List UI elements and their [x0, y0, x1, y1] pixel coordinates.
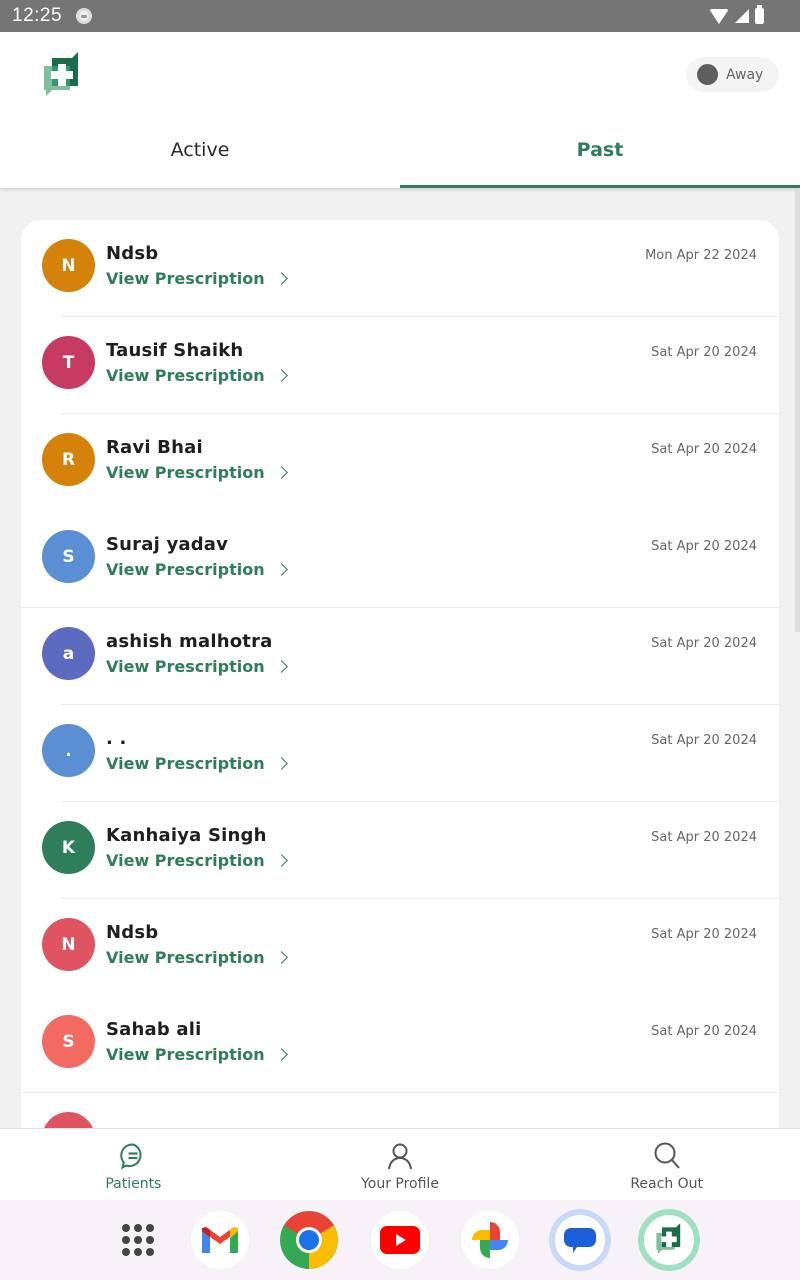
patient-row[interactable]: N Ndsb View Prescription Mon Apr 22 2024	[21, 220, 779, 317]
view-prescription-link[interactable]: View Prescription	[106, 269, 288, 288]
view-prescription-label: View Prescription	[106, 366, 265, 385]
nav-reach-out[interactable]: Reach Out	[533, 1129, 800, 1200]
view-prescription-link[interactable]: View Prescription	[106, 754, 288, 773]
patient-name: Kanhaiya Singh	[106, 825, 267, 846]
view-prescription-link[interactable]: View Prescription	[106, 948, 288, 967]
patient-name: Tausif Shaikh	[106, 340, 244, 361]
bottom-nav: Patients Your Profile Reach Out	[0, 1128, 800, 1200]
nav-label: Reach Out	[630, 1176, 704, 1192]
patient-name: Ndsb	[106, 243, 159, 264]
view-prescription-link[interactable]: View Prescription	[106, 851, 288, 870]
scrollbar[interactable]	[795, 188, 800, 632]
patient-avatar: a	[42, 627, 95, 680]
chat-icon	[120, 1143, 142, 1170]
app-header: Away Active Past	[0, 32, 800, 188]
launcher-dock	[0, 1200, 800, 1280]
nav-patients[interactable]: Patients	[0, 1129, 267, 1200]
patient-row[interactable]: a ashish malhotra View Prescription Sat Apr…	[21, 608, 779, 705]
tab-past[interactable]: Past	[400, 120, 800, 188]
patient-avatar: N	[42, 918, 95, 971]
status-time: 12:25	[12, 5, 63, 26]
view-prescription-label: View Prescription	[106, 463, 265, 482]
consult-date: Sat Apr 20 2024	[651, 442, 757, 457]
view-prescription-link[interactable]: View Prescription	[106, 1045, 288, 1064]
consult-date: Sat Apr 20 2024	[651, 345, 757, 360]
patient-row[interactable]: K Kanhaiya Singh View Prescription Sat Apr …	[21, 802, 779, 899]
consult-date: Sat Apr 20 2024	[651, 1024, 757, 1039]
patient-row[interactable]: S Sahab ali View Prescription Sat Apr 20 20…	[21, 996, 779, 1093]
patient-name: ashish malhotra	[106, 631, 273, 652]
patient-avatar: K	[42, 821, 95, 874]
gmail-icon[interactable]	[191, 1211, 249, 1269]
patient-row[interactable]: R Ravi Bhai View Prescription Sat Apr 20 20…	[21, 414, 779, 511]
person-icon	[388, 1143, 412, 1170]
patient-row[interactable]: . . . View Prescription Sat Apr 20 2024	[21, 705, 779, 802]
medical-app-icon[interactable]	[638, 1209, 700, 1271]
consult-date: Sat Apr 20 2024	[651, 733, 757, 748]
consult-date: Sat Apr 20 2024	[651, 539, 757, 554]
app-logo-icon	[44, 52, 78, 96]
chevron-right-icon	[274, 757, 288, 770]
view-prescription-link[interactable]: View Prescription	[106, 366, 288, 385]
app-drawer-icon[interactable]	[109, 1211, 167, 1269]
view-prescription-label: View Prescription	[106, 1045, 265, 1064]
view-prescription-label: View Prescription	[106, 560, 265, 579]
patient-row[interactable]: T Tausif Shaikh View Prescription Sat Apr 2…	[21, 317, 779, 414]
patient-name: Suraj yadav	[106, 534, 229, 555]
patient-avatar: R	[42, 433, 95, 486]
patient-avatar: T	[42, 336, 95, 389]
view-prescription-label: View Prescription	[106, 851, 265, 870]
chevron-right-icon	[274, 369, 288, 382]
chrome-icon[interactable]	[280, 1211, 338, 1269]
search-icon	[654, 1142, 680, 1169]
view-prescription-label: View Prescription	[106, 657, 265, 676]
patient-name: Ndsb	[106, 922, 159, 943]
signal-icon	[735, 9, 749, 23]
view-prescription-link[interactable]: View Prescription	[106, 560, 288, 579]
google-photos-icon[interactable]	[461, 1211, 519, 1269]
tab-active[interactable]: Active	[0, 120, 400, 188]
patient-name: . .	[106, 728, 127, 749]
view-prescription-label: View Prescription	[106, 948, 265, 967]
consult-date: Sat Apr 20 2024	[651, 927, 757, 942]
wifi-icon	[709, 8, 729, 24]
patient-avatar: S	[42, 1015, 95, 1068]
status-dot-icon	[697, 64, 718, 85]
nav-your-profile[interactable]: Your Profile	[267, 1129, 534, 1200]
tab-bar: Active Past	[0, 120, 800, 188]
view-prescription-label: View Prescription	[106, 269, 265, 288]
nav-label: Patients	[105, 1176, 162, 1192]
patient-name: Ravi Bhai	[106, 437, 203, 458]
battery-icon	[755, 5, 764, 24]
availability-label: Away	[726, 66, 764, 83]
patient-avatar: .	[42, 724, 95, 777]
status-icons	[709, 5, 764, 24]
youtube-icon[interactable]	[371, 1211, 429, 1269]
consult-date: Sat Apr 20 2024	[651, 636, 757, 651]
patient-name: Sahab ali	[106, 1019, 202, 1040]
view-prescription-link[interactable]: View Prescription	[106, 463, 288, 482]
consult-date: Sat Apr 20 2024	[651, 830, 757, 845]
chevron-right-icon	[274, 563, 288, 576]
availability-toggle[interactable]: Away	[686, 57, 779, 92]
patient-row[interactable]: N Ndsb View Prescription Sat Apr 20 2024	[21, 899, 779, 996]
notification-icon	[76, 8, 93, 24]
chevron-right-icon	[274, 854, 288, 867]
patient-row[interactable]: S Suraj yadav View Prescription Sat Apr 20 …	[21, 511, 779, 608]
chevron-right-icon	[274, 660, 288, 673]
patient-list: N Ndsb View Prescription Mon Apr 22 2024 T Ta…	[21, 220, 779, 1150]
chevron-right-icon	[274, 272, 288, 285]
view-prescription-label: View Prescription	[106, 754, 265, 773]
patient-avatar: S	[42, 530, 95, 583]
consult-date: Mon Apr 22 2024	[645, 248, 757, 263]
view-prescription-link[interactable]: View Prescription	[106, 657, 288, 676]
status-bar: 12:25	[0, 0, 800, 32]
patient-avatar: N	[42, 239, 95, 292]
messages-icon[interactable]	[549, 1209, 611, 1271]
chevron-right-icon	[274, 1048, 288, 1061]
chevron-right-icon	[274, 951, 288, 964]
nav-label: Your Profile	[361, 1176, 439, 1192]
chevron-right-icon	[274, 466, 288, 479]
